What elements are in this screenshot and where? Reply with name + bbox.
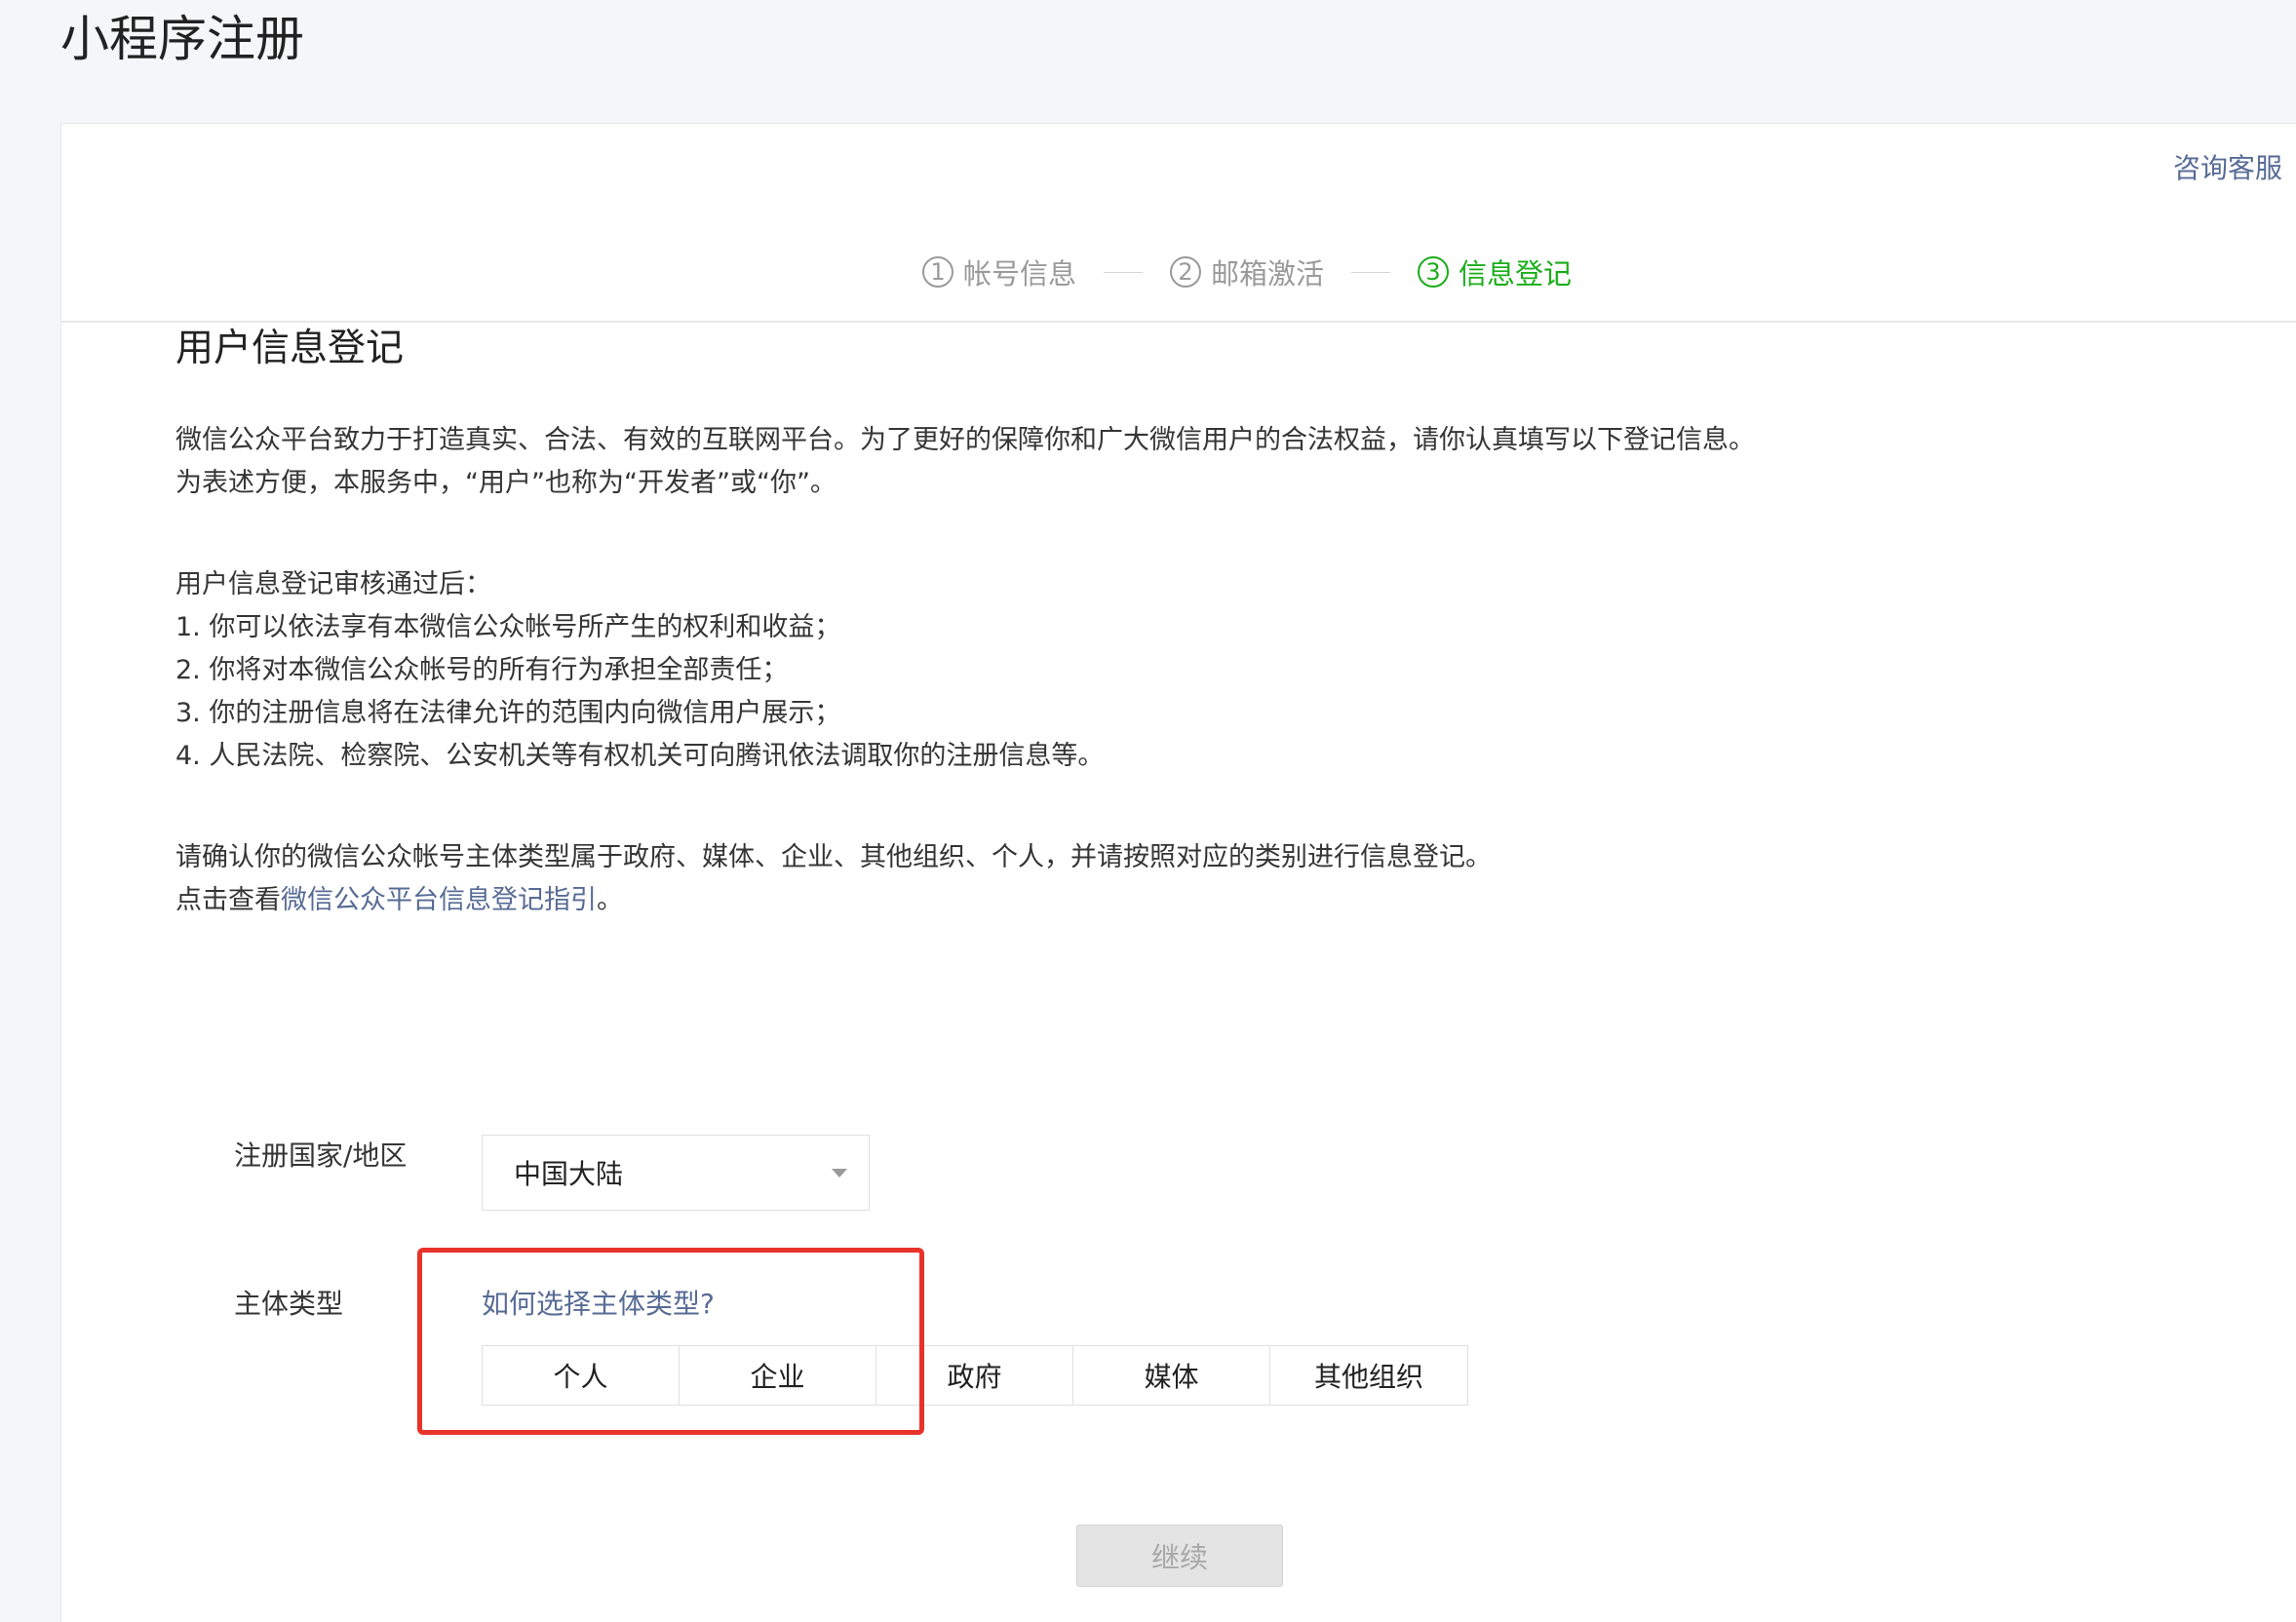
intro-text: 为表述方便，本服务中，“用户”也称为“开发者”或“你”。 [175,468,837,498]
entity-type-help-link[interactable]: 如何选择主体类型? [482,1283,715,1322]
chevron-down-icon [832,1169,847,1178]
step-label: 邮箱激活 [1210,257,1324,290]
page-title: 小程序注册 [60,11,304,67]
step-number-1: 1 [921,256,953,288]
entity-type-personal[interactable]: 个人 [483,1346,680,1405]
entity-type-tabs: 个人 企业 政府 媒体 其他组织 [482,1345,1468,1406]
step-label: 信息登记 [1459,257,1573,290]
entity-type-media[interactable]: 媒体 [1073,1346,1270,1405]
step-number-3: 3 [1418,256,1449,288]
list-item: 1. 你可以依法享有本微信公众帐号所产生的权利和收益； [175,612,841,642]
step-number-2: 2 [1169,256,1201,288]
entity-type-government[interactable]: 政府 [876,1346,1073,1405]
section-title: 用户信息登记 [175,327,405,370]
customer-service-link[interactable]: 咨询客服 [2173,147,2282,186]
list-item: 4. 人民法院、检察院、公安机关等有权机关可向腾讯依法调取你的注册信息等。 [175,741,1105,771]
intro-text: 微信公众平台致力于打造真实、合法、有效的互联网平台。为了更好的保障你和广大微信用… [175,425,1755,455]
step-label: 帐号信息 [962,257,1076,290]
list-item: 3. 你的注册信息将在法律允许的范围内向微信用户展示； [175,698,841,728]
entity-type-enterprise[interactable]: 企业 [680,1346,876,1405]
guide-prefix: 点击查看 [175,885,281,915]
step-email-activation: 2 邮箱激活 [1169,251,1324,292]
after-approval-title: 用户信息登记审核通过后： [175,569,491,599]
entity-type-other-org[interactable]: 其他组织 [1270,1346,1467,1405]
step-account-info: 1 帐号信息 [921,251,1076,292]
list-item: 2. 你将对本微信公众帐号的所有行为承担全部责任； [175,655,789,685]
entity-type-label: 主体类型 [234,1288,344,1320]
step-separator [1351,271,1390,273]
step-indicator: 1 帐号信息 2 邮箱激活 3 信息登记 [61,241,2296,303]
step-info-registration: 3 信息登记 [1418,251,1572,292]
confirm-text: 请确认你的微信公众帐号主体类型属于政府、媒体、企业、其他组织、个人，并请按照对应… [175,842,1492,872]
region-select[interactable]: 中国大陆 [482,1135,870,1211]
region-value: 中国大陆 [514,1158,624,1190]
continue-button[interactable]: 继续 [1076,1525,1283,1587]
main-content: 用户信息登记 微信公众平台致力于打造真实、合法、有效的互联网平台。为了更好的保障… [175,322,2028,922]
guide-suffix: 。 [597,885,623,915]
guide-link[interactable]: 微信公众平台信息登记指引 [281,885,597,915]
step-separator [1103,271,1143,273]
region-label: 注册国家/地区 [234,1139,408,1172]
guide-text: 点击查看微信公众平台信息登记指引。 [175,879,2028,922]
